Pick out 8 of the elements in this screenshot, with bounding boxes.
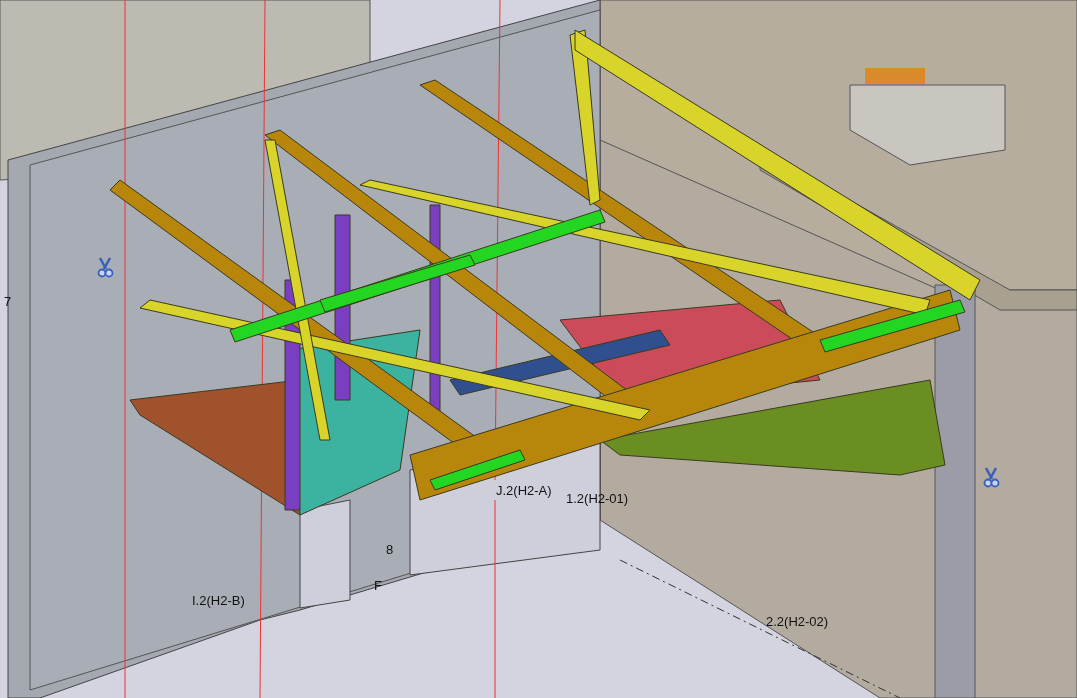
scissors-icon: [983, 466, 1000, 488]
grid-label: I.2(H2-B): [192, 594, 245, 607]
grid-label: 8: [386, 543, 394, 556]
grid-label: J.2(H2-A): [496, 484, 552, 497]
grid-label: 7: [4, 295, 12, 308]
grid-label: 2.2(H2-02): [766, 615, 829, 628]
scissors-icon: [97, 256, 114, 278]
grid-label: F: [374, 579, 382, 592]
